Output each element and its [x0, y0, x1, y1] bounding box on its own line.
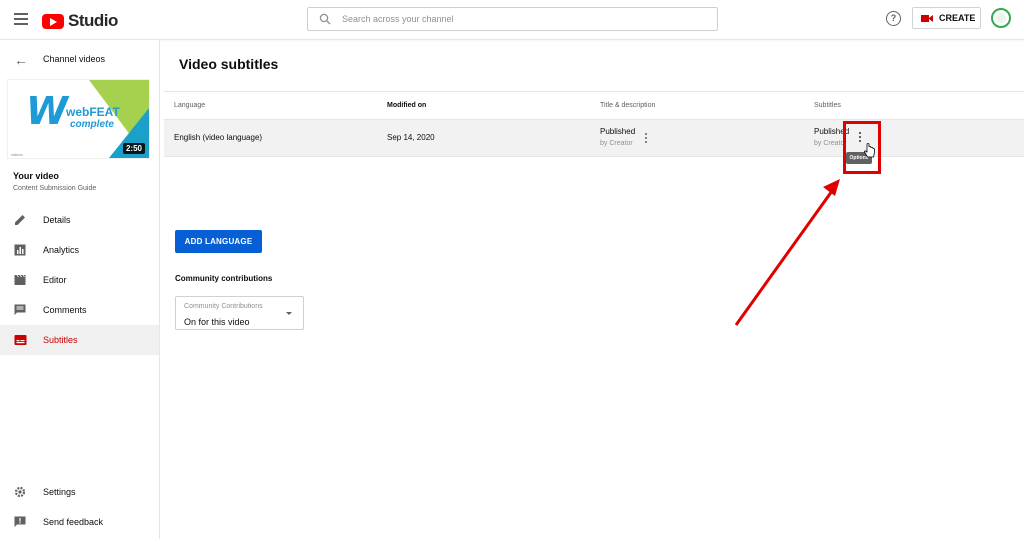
sidebar-item-send-feedback[interactable]: Send feedback — [0, 507, 159, 537]
video-title: Content Submission Guide — [13, 185, 97, 192]
pencil-icon — [15, 215, 25, 225]
table-row[interactable]: English (video language) Sep 14, 2020 Pu… — [164, 120, 1024, 157]
clapperboard-icon — [14, 274, 26, 285]
search-icon — [319, 13, 331, 25]
sidebar-item-label: Editor — [43, 275, 67, 285]
back-label: Channel videos — [43, 54, 106, 64]
annotation-highlight-box — [843, 121, 881, 174]
thumbnail-brand-subtext: complete — [70, 119, 114, 130]
subtitles-icon — [14, 335, 27, 345]
select-value: On for this video — [184, 317, 250, 327]
feedback-icon — [14, 516, 26, 527]
title-options-icon[interactable] — [643, 133, 649, 145]
analytics-icon — [14, 244, 26, 256]
back-to-channel-videos[interactable]: ← Channel videos — [0, 51, 159, 69]
menu-icon[interactable] — [14, 13, 28, 25]
sidebar-item-subtitles[interactable]: Subtitles — [0, 325, 159, 355]
help-icon[interactable]: ? — [886, 11, 901, 26]
sidebar-item-label: Settings — [43, 487, 76, 497]
page-title: Video subtitles — [179, 56, 279, 72]
sidebar-item-label: Analytics — [43, 245, 80, 255]
row-language: English (video language) — [174, 133, 263, 142]
sidebar-item-analytics[interactable]: Analytics — [0, 235, 159, 265]
thumbnail-small-text: videos — [11, 152, 23, 157]
subtitles-table: Language Modified on Title & description… — [164, 91, 1024, 157]
search-box[interactable] — [307, 7, 718, 31]
avatar[interactable] — [991, 8, 1011, 28]
logo-text: Studio — [68, 11, 118, 30]
header-language: Language — [174, 102, 206, 109]
sidebar-item-settings[interactable]: Settings — [0, 477, 159, 507]
community-contributions-select[interactable]: Community Contributions On for this vide… — [175, 296, 304, 330]
top-bar: Studio ? CREATE — [0, 0, 1024, 40]
sidebar-item-label: Comments — [43, 305, 87, 315]
community-contributions-heading: Community contributions — [175, 274, 273, 283]
header-title-description: Title & description — [600, 102, 656, 109]
thumbnail-brand-text: webFEAT — [66, 105, 120, 119]
row-subtitles-by: by Creator — [814, 140, 847, 147]
gear-icon — [14, 486, 26, 498]
main-content: Video subtitles Language Modified on Tit… — [160, 40, 1024, 539]
sidebar: ← Channel videos W webFEAT complete vide… — [0, 40, 160, 539]
search-input[interactable] — [342, 11, 702, 27]
youtube-play-icon — [42, 13, 64, 29]
sidebar-item-editor[interactable]: Editor — [0, 265, 159, 295]
add-language-button[interactable]: ADD LANGUAGE — [175, 230, 262, 253]
youtube-studio-logo[interactable]: Studio — [42, 11, 118, 31]
row-title-by: by Creator — [600, 140, 633, 147]
video-duration-badge: 2:50 — [122, 143, 145, 154]
your-video-title: Your video — [13, 171, 59, 181]
sidebar-item-comments[interactable]: Comments — [0, 295, 159, 325]
header-modified-on[interactable]: Modified on — [387, 102, 426, 109]
sidebar-item-label: Subtitles — [43, 335, 78, 345]
sidebar-nav: Details Analytics Editor Comments Subtit… — [0, 205, 159, 355]
video-camera-icon — [921, 14, 933, 23]
row-title-status: Published — [600, 127, 636, 136]
sidebar-item-label: Details — [43, 215, 71, 225]
sidebar-bottom-nav: Settings Send feedback — [0, 477, 159, 537]
create-button-label: CREATE — [939, 13, 976, 23]
select-label: Community Contributions — [184, 303, 263, 310]
header-subtitles: Subtitles — [814, 102, 841, 109]
comments-icon — [14, 304, 26, 315]
create-button[interactable]: CREATE — [912, 7, 981, 29]
table-header: Language Modified on Title & description… — [164, 91, 1024, 120]
sidebar-item-details[interactable]: Details — [0, 205, 159, 235]
row-modified-date: Sep 14, 2020 — [387, 133, 435, 142]
thumbnail-logo-mark: W — [26, 89, 68, 133]
back-arrow-icon: ← — [14, 52, 28, 68]
video-thumbnail[interactable]: W webFEAT complete videos 2:50 — [7, 79, 150, 159]
sidebar-item-label: Send feedback — [43, 517, 104, 527]
dropdown-caret-icon — [286, 312, 292, 315]
